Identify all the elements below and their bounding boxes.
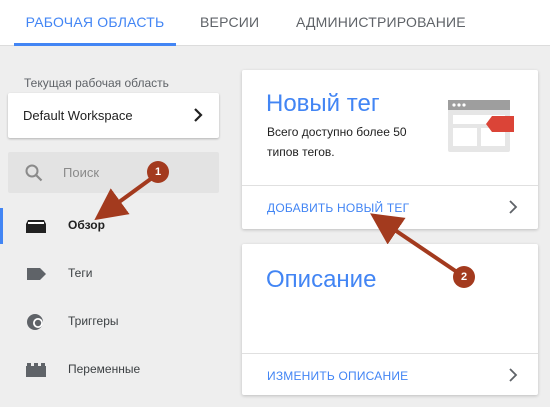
description-card: Описание ИЗМЕНИТЬ ОПИСАНИЕ — [242, 244, 538, 395]
edit-description-label: ИЗМЕНИТЬ ОПИСАНИЕ — [267, 369, 409, 383]
workspace-name: Default Workspace — [23, 108, 133, 123]
sidebar-item-label: Теги — [68, 266, 93, 280]
workspace-selector[interactable]: Default Workspace — [8, 93, 219, 138]
chevron-right-icon — [509, 368, 518, 382]
tab-versions[interactable]: ВЕРСИИ — [200, 0, 259, 46]
sidebar-item-variables[interactable]: Переменные — [0, 352, 230, 388]
annotation-marker-2: 2 — [453, 266, 475, 288]
chevron-right-icon — [509, 200, 518, 214]
tag-icon — [27, 268, 46, 280]
sidebar-item-label: Переменные — [68, 362, 141, 376]
description-title: Описание — [266, 266, 377, 293]
sidebar-item-overview[interactable]: Обзор — [0, 208, 230, 244]
top-navigation: РАБОЧАЯ ОБЛАСТЬ ВЕРСИИ АДМИНИСТРИРОВАНИЕ — [0, 0, 550, 46]
chevron-right-icon — [194, 108, 203, 122]
sidebar-item-label: Обзор — [68, 218, 105, 232]
tab-workspace[interactable]: РАБОЧАЯ ОБЛАСТЬ — [14, 0, 176, 46]
new-tag-card: Новый тег Всего доступно более 50 типов … — [242, 70, 538, 229]
sidebar-item-label: Триггеры — [68, 314, 119, 328]
overview-folder-icon — [26, 220, 46, 233]
sidebar-item-triggers[interactable]: Триггеры — [0, 304, 230, 340]
new-tag-description: Всего доступно более 50 типов тегов. — [267, 125, 407, 159]
active-indicator — [0, 208, 3, 244]
tag-window-illustration-icon — [448, 100, 514, 152]
annotation-marker-1: 1 — [147, 161, 169, 183]
sidebar-item-tags[interactable]: Теги — [0, 256, 230, 292]
edit-description-button[interactable]: ИЗМЕНИТЬ ОПИСАНИЕ — [242, 353, 538, 395]
search-input[interactable]: Поиск — [63, 165, 99, 180]
trigger-icon — [27, 314, 43, 330]
search-icon — [25, 164, 43, 182]
add-new-tag-label: ДОБАВИТЬ НОВЫЙ ТЕГ — [267, 201, 410, 215]
variable-icon — [26, 363, 46, 377]
search-box[interactable]: Поиск — [8, 152, 219, 193]
workspace-label: Текущая рабочая область — [24, 76, 169, 90]
new-tag-title: Новый тег — [266, 90, 380, 117]
add-new-tag-button[interactable]: ДОБАВИТЬ НОВЫЙ ТЕГ — [242, 185, 538, 229]
tab-admin[interactable]: АДМИНИСТРИРОВАНИЕ — [296, 0, 466, 46]
